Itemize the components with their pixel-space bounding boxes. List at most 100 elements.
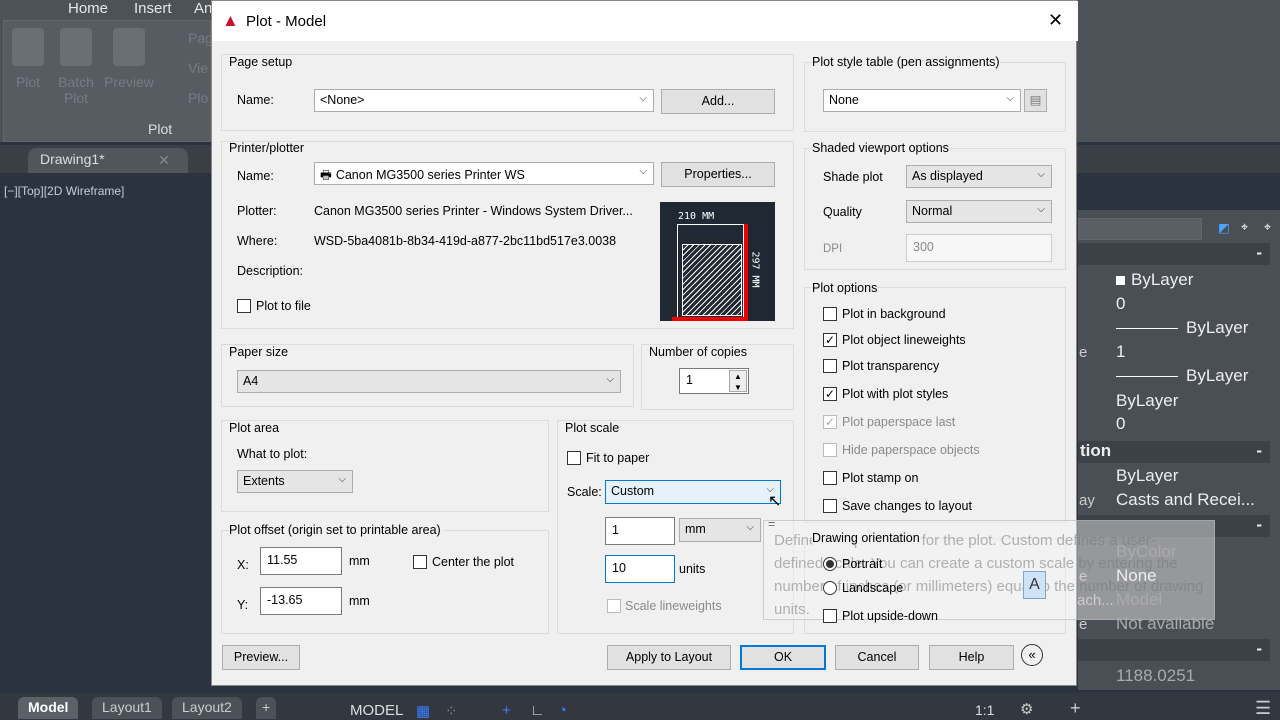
prop-plot-table-type: Not available — [1116, 614, 1215, 633]
edit-table-icon: ▤ — [1029, 93, 1042, 107]
settings-icon[interactable]: ⚙ — [1020, 700, 1033, 718]
page-setup-small[interactable]: Pag — [188, 30, 213, 46]
ortho-icon[interactable]: ∟ — [530, 702, 545, 719]
prop-plot-style-table[interactable]: None — [1116, 566, 1157, 586]
menu-icon[interactable]: ☰ — [1255, 698, 1271, 719]
dpi-input[interactable]: 300 — [906, 234, 1052, 262]
prop-label-fragment: e — [1079, 344, 1088, 361]
drawing-units-label: units — [679, 562, 706, 576]
dialog-titlebar[interactable]: ▲ Plot - Model ✕ — [212, 1, 1078, 41]
portrait-radio[interactable] — [823, 557, 837, 571]
pickadd-icon[interactable]: ⌖ — [1264, 220, 1271, 235]
prop-linetype-scale[interactable]: 1 — [1116, 342, 1125, 362]
prop-transparency[interactable]: ByLayer — [1116, 391, 1178, 411]
what-to-plot-select[interactable]: Extents ⌵ — [237, 470, 353, 493]
ok-button[interactable]: OK — [740, 645, 826, 670]
add-button[interactable]: Add... — [661, 89, 775, 114]
layout-tab-layout1[interactable]: Layout1 — [92, 697, 162, 719]
infer-constraints-icon[interactable]: + — [502, 702, 511, 719]
plot-option-checkbox[interactable]: ✓ — [823, 333, 837, 347]
page-setup-name-select[interactable]: <None> ⌵ — [314, 89, 654, 112]
selection-combo[interactable] — [1078, 218, 1202, 240]
section-general-header[interactable]: - — [1078, 243, 1270, 265]
scale-lineweights-checkbox[interactable] — [607, 599, 621, 613]
scale-drawing-units-input[interactable]: 10 — [605, 555, 675, 583]
model-space-toggle[interactable]: MODEL — [350, 702, 403, 719]
scale-unit-select[interactable]: mm ⌵ — [679, 518, 761, 542]
properties-button[interactable]: Properties... — [661, 162, 775, 187]
prop-color[interactable]: ByLayer — [1116, 270, 1193, 290]
plot-option-checkbox[interactable] — [823, 443, 837, 457]
ribbon-tab-annotate[interactable]: An — [194, 0, 212, 17]
prop-material[interactable]: ByLayer — [1116, 466, 1178, 486]
scale-select[interactable]: Custom ⌵ — [605, 480, 781, 504]
prop-plot-style[interactable]: ByColor — [1116, 542, 1176, 562]
document-tab-label: Drawing1* — [40, 151, 105, 167]
plot-to-file-checkbox[interactable] — [237, 299, 251, 313]
layout-tab-model[interactable]: Model — [18, 697, 79, 719]
printer-label: Printer/plotter — [229, 141, 305, 155]
plot-label: Plot — [15, 74, 41, 90]
x-offset-input[interactable]: 11.55 — [260, 547, 342, 575]
scale-lineweights-label: Scale lineweights — [625, 599, 722, 613]
document-tab-drawing1[interactable]: Drawing1* ✕ — [28, 148, 188, 173]
fit-to-paper-checkbox[interactable] — [567, 451, 581, 465]
prop-thickness[interactable]: 0 — [1116, 414, 1125, 434]
plotter-manager-small[interactable]: Plo — [188, 90, 208, 106]
portrait-label: Portrait — [842, 557, 883, 571]
preview-button[interactable]: Preview... — [222, 645, 300, 670]
margin-bottom — [672, 317, 748, 321]
landscape-radio[interactable] — [823, 581, 837, 595]
section-plot-style-header[interactable]: - — [1078, 515, 1270, 537]
quick-select-icon[interactable]: ◩ — [1218, 220, 1230, 235]
plot-upside-down-checkbox[interactable] — [823, 609, 837, 623]
edit-plot-style-button[interactable]: ▤ — [1024, 89, 1047, 112]
ribbon-tab-insert[interactable]: Insert — [134, 0, 172, 17]
plot-option-checkbox[interactable] — [823, 499, 837, 513]
plus-icon[interactable]: + — [1070, 698, 1081, 719]
close-dialog-button[interactable]: ✕ — [1048, 10, 1063, 31]
new-layout-button[interactable]: + — [256, 697, 277, 719]
copies-spinner[interactable]: ▲ ▼ — [729, 370, 747, 392]
view-details-small[interactable]: Vie — [188, 60, 208, 76]
prop-lineweight[interactable]: ByLayer — [1116, 366, 1248, 386]
quality-select[interactable]: Normal ⌵ — [906, 200, 1052, 223]
plot-option-checkbox[interactable]: ✓ — [823, 387, 837, 401]
paper-size-select[interactable]: A4 ⌵ — [237, 370, 621, 393]
plot-option-label: Plot paperspace last — [842, 415, 956, 429]
select-objects-icon[interactable]: ⌖ — [1241, 220, 1248, 235]
scale-paper-units-input[interactable]: 1 — [605, 517, 675, 545]
annotation-scale[interactable]: 1:1 — [975, 702, 994, 718]
cancel-button[interactable]: Cancel — [835, 645, 919, 670]
section-view-header[interactable]: - — [1078, 639, 1270, 661]
apply-to-layout-button[interactable]: Apply to Layout — [607, 645, 731, 670]
section-3d-visualization-header[interactable]: tion - — [1078, 441, 1270, 463]
snap-icon[interactable]: ⁘ — [445, 702, 458, 720]
plot-button[interactable]: Plot — [10, 28, 46, 90]
center-plot-checkbox[interactable] — [413, 555, 427, 569]
close-icon[interactable]: ✕ — [158, 152, 170, 169]
collapse-options-icon[interactable]: « — [1021, 644, 1043, 666]
ribbon-tab-home[interactable]: Home — [68, 0, 108, 17]
prop-linetype[interactable]: ByLayer — [1116, 318, 1248, 338]
plot-option-checkbox[interactable] — [823, 307, 837, 321]
preview-ribbon-button[interactable]: Preview — [102, 28, 156, 90]
plot-option-checkbox[interactable]: ✓ — [823, 415, 837, 429]
plot-style-table-select[interactable]: None ⌵ — [823, 89, 1021, 112]
viewport-label[interactable]: [−][Top][2D Wireframe] — [4, 184, 124, 198]
shade-plot-select[interactable]: As displayed ⌵ — [906, 165, 1052, 188]
prop-layer[interactable]: 0 — [1116, 294, 1125, 314]
batch-plot-button[interactable]: Batch Plot — [54, 28, 98, 106]
center-plot-label: Center the plot — [432, 555, 514, 569]
plot-option-checkbox[interactable] — [823, 471, 837, 485]
y-unit: mm — [349, 594, 370, 608]
layout-tab-layout2[interactable]: Layout2 — [172, 697, 242, 719]
prop-shadow-display[interactable]: Casts and Recei... — [1116, 490, 1255, 510]
printer-name-select[interactable]: 🖶 Canon MG3500 series Printer WS ⌵ — [314, 162, 654, 185]
polar-icon[interactable]: ◔ — [558, 702, 567, 719]
plot-option-checkbox[interactable] — [823, 359, 837, 373]
y-offset-input[interactable]: -13.65 — [260, 587, 342, 615]
equals-sign: = — [768, 517, 776, 531]
grid-icon[interactable]: ▦ — [416, 702, 430, 720]
help-button[interactable]: Help — [929, 645, 1014, 670]
